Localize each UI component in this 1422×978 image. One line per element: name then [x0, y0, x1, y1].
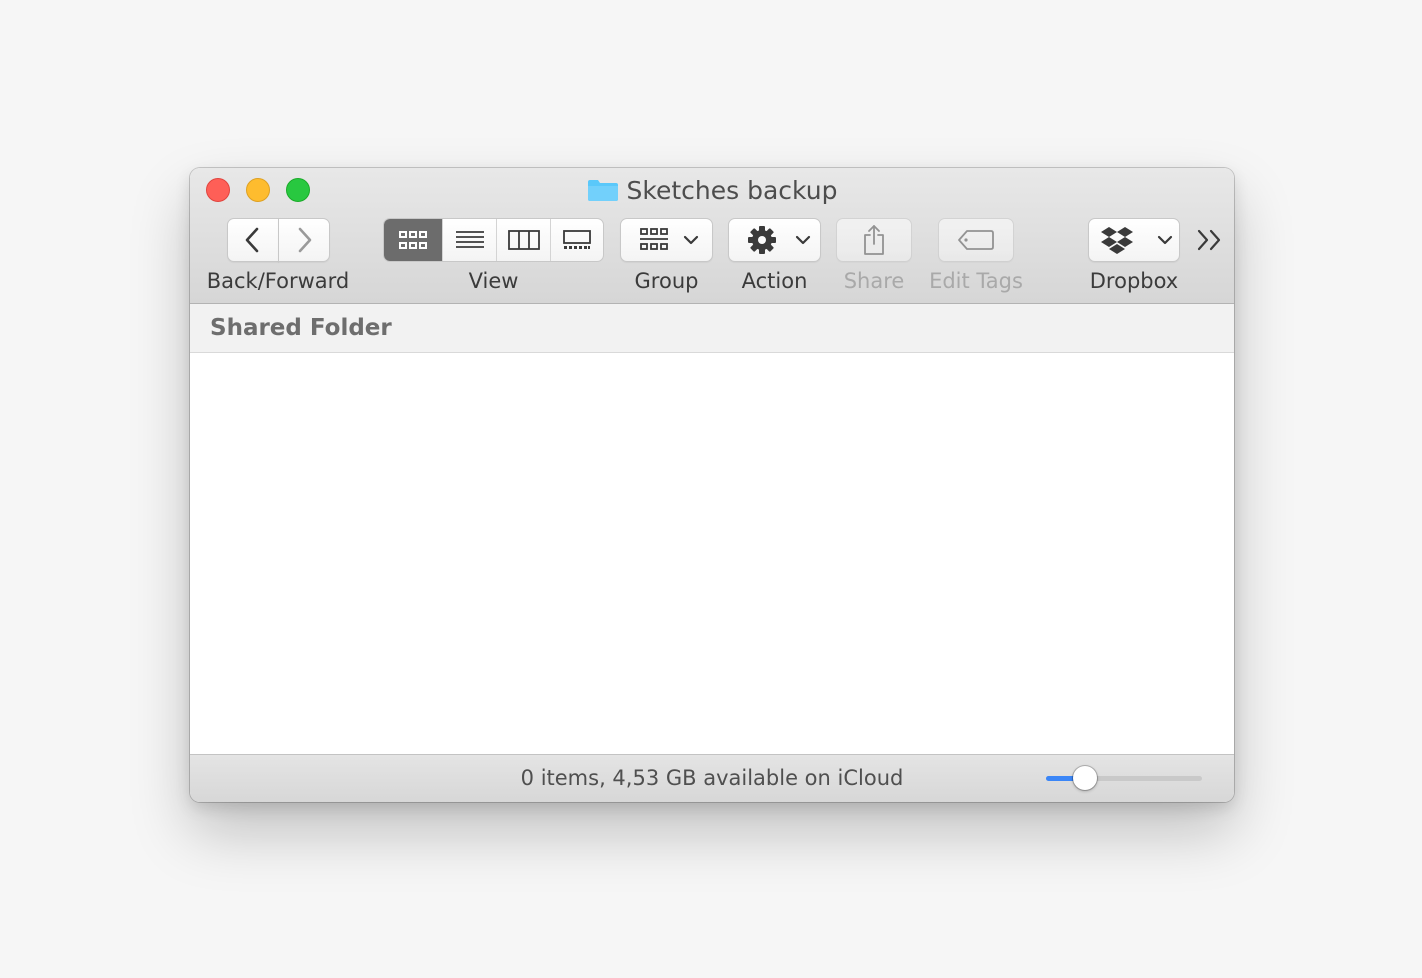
folder-header-label: Shared Folder [210, 315, 392, 341]
chevron-down-icon [1157, 235, 1173, 245]
edit-tags-label: Edit Tags [929, 269, 1023, 293]
forward-button[interactable] [278, 218, 330, 262]
gear-icon [748, 226, 776, 254]
action-label: Action [741, 269, 808, 293]
chevron-down-icon [683, 235, 699, 245]
view-gallery-mode[interactable] [550, 219, 603, 261]
chevron-down-icon [795, 235, 811, 245]
dropbox-button[interactable] [1088, 218, 1180, 262]
dropbox-label: Dropbox [1089, 269, 1179, 293]
view-list-mode[interactable] [442, 219, 496, 261]
share-label: Share [843, 269, 905, 293]
icon-view-icon [399, 231, 427, 249]
chevron-right-icon [298, 227, 312, 253]
toolbar-overflow-icon[interactable] [1196, 228, 1224, 252]
toolbar-area: Sketches backup Back/Forward View Group … [190, 168, 1234, 304]
path-header: Shared Folder [190, 304, 1234, 353]
chevron-left-icon [245, 227, 259, 253]
action-button[interactable] [728, 218, 821, 262]
file-browser-area[interactable] [190, 353, 1234, 754]
view-segmented-control[interactable] [383, 218, 604, 262]
view-icon-mode[interactable] [384, 219, 442, 261]
column-view-icon [507, 230, 540, 250]
share-icon [864, 225, 884, 255]
folder-icon [587, 180, 618, 201]
list-view-icon [455, 231, 484, 248]
finder-window: Sketches backup Back/Forward View Group … [190, 168, 1234, 802]
gallery-view-icon [563, 230, 591, 249]
dropbox-icon [1101, 227, 1133, 254]
share-button[interactable] [836, 218, 912, 262]
back-button[interactable] [227, 218, 279, 262]
window-title: Sketches backup [190, 176, 1234, 206]
edit-tags-button[interactable] [938, 218, 1014, 262]
group-label: Group [634, 269, 699, 293]
back-forward-label: Back/Forward [206, 269, 350, 293]
view-label: View [468, 269, 519, 293]
group-button[interactable] [620, 218, 713, 262]
status-bar: 0 items, 4,53 GB available on iCloud [190, 754, 1234, 802]
window-title-text: Sketches backup [626, 176, 838, 205]
group-icon [640, 228, 668, 250]
tag-icon [958, 230, 994, 250]
icon-size-slider-knob[interactable] [1073, 766, 1097, 790]
view-column-mode[interactable] [496, 219, 550, 261]
